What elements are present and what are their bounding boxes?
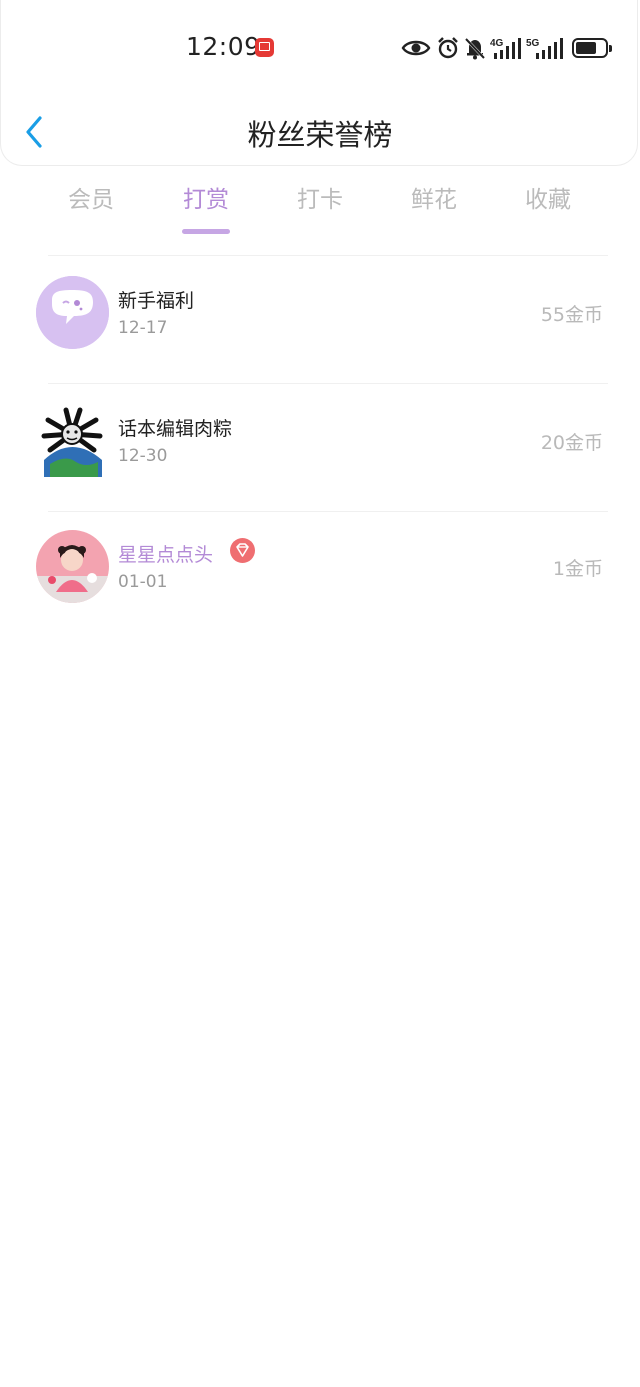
tab-tips[interactable]: 打赏 [156, 180, 256, 234]
tab-underline [182, 229, 230, 234]
user-name: 话本编辑肉粽 [118, 418, 233, 440]
reward-date: 01-01 [118, 572, 168, 592]
list-item[interactable]: 新手福利 12-17 55金币 [0, 256, 640, 376]
avatar [36, 276, 109, 349]
coin-amount: 55金币 [540, 304, 603, 326]
nav-bar: 粉丝荣誉榜 [0, 100, 640, 162]
page-title: 粉丝荣誉榜 [247, 118, 393, 152]
eye-icon [401, 40, 431, 56]
tab-bar: 会员 打赏 打卡 鲜花 收藏 [36, 180, 606, 236]
list-item[interactable]: 话本编辑肉粽 12-30 20金币 [0, 384, 640, 504]
notification-app-icon [255, 38, 274, 57]
alarm-icon [438, 37, 458, 59]
tab-label: 打卡 [297, 187, 343, 213]
signal-4g-icon: 4G [490, 38, 521, 59]
coin-amount: 1金币 [552, 558, 603, 580]
user-name: 星星点点头 [118, 544, 214, 566]
status-time: 12:09 [186, 32, 261, 61]
net1-label: 4G [490, 38, 504, 49]
coin-amount: 20金币 [540, 432, 603, 454]
bell-off-icon [464, 37, 486, 60]
avatar [36, 404, 109, 477]
chat-bubble-icon [36, 276, 109, 349]
tab-label: 会员 [68, 187, 114, 213]
reward-date: 12-17 [118, 318, 168, 338]
tab-label: 收藏 [525, 187, 571, 213]
status-bar: 12:09 4G 5G [0, 0, 640, 96]
user-name: 新手福利 [118, 290, 195, 312]
avatar [36, 530, 109, 603]
tab-label: 鲜花 [411, 187, 457, 213]
signal-5g-icon: 5G [526, 38, 563, 59]
tab-checkin[interactable]: 打卡 [270, 180, 370, 234]
list-item[interactable]: 星星点点头 01-01 1金币 [0, 510, 640, 630]
girl-photo-avatar [36, 530, 109, 603]
tab-flowers[interactable]: 鲜花 [384, 180, 484, 234]
net2-label: 5G [526, 38, 540, 49]
battery-icon [572, 38, 612, 58]
tab-label: 打赏 [183, 187, 229, 213]
tab-members[interactable]: 会员 [41, 180, 141, 234]
meme-avatar [36, 404, 109, 477]
reward-date: 12-30 [118, 446, 168, 466]
tab-favorites[interactable]: 收藏 [498, 180, 598, 234]
diamond-vip-icon [230, 538, 255, 563]
